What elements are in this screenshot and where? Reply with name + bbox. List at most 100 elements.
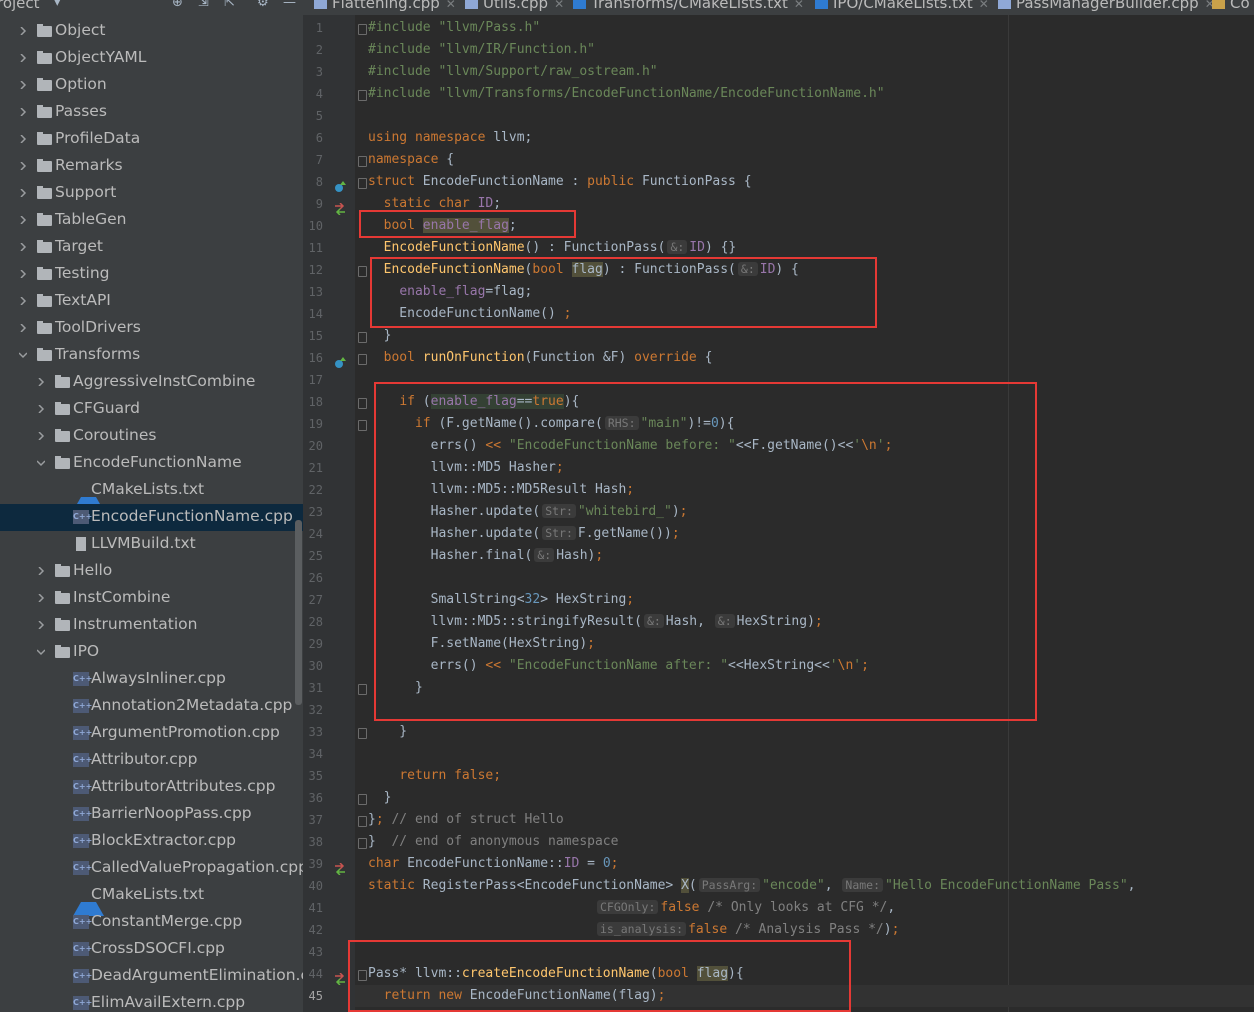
- code-line[interactable]: #include "llvm/IR/Function.h": [368, 42, 595, 57]
- tree-file[interactable]: C++DeadArgumentElimination.cpp: [0, 963, 303, 990]
- code-line[interactable]: char EncodeFunctionName::ID = 0;: [368, 856, 618, 871]
- tree-file[interactable]: C++ CrossDSOCFI.cpp: [0, 936, 303, 963]
- fold-marker-icon[interactable]: [358, 156, 367, 167]
- tab-co[interactable]: Co: [1212, 0, 1250, 14]
- tree-folder[interactable]: ToolDrivers: [0, 315, 303, 342]
- code-line[interactable]: namespace {: [368, 152, 454, 167]
- tab-ipo-cmakelists[interactable]: IPO/CMakeLists.txt ✕: [815, 0, 989, 14]
- chevron-right-icon[interactable]: [37, 621, 45, 629]
- chevron-right-icon[interactable]: [19, 243, 27, 251]
- tree-file[interactable]: C++ CalledValuePropagation.cpp: [0, 855, 303, 882]
- code-line[interactable]: }: [368, 790, 392, 805]
- close-icon[interactable]: ✕: [979, 0, 989, 11]
- chevron-right-icon[interactable]: [19, 108, 27, 116]
- code-line[interactable]: static char ID;: [368, 196, 501, 211]
- navigate-declaration-icon[interactable]: [334, 860, 346, 876]
- chevron-right-icon[interactable]: [37, 594, 45, 602]
- tree-folder[interactable]: Object: [0, 18, 303, 45]
- chevron-right-icon[interactable]: [19, 216, 27, 224]
- tree-folder[interactable]: Coroutines: [0, 423, 303, 450]
- tree-folder[interactable]: EncodeFunctionName: [0, 450, 303, 477]
- tree-file[interactable]: CMakeLists.txt: [0, 882, 303, 916]
- tree-file[interactable]: C++ ElimAvailExtern.cpp: [0, 990, 303, 1012]
- tree-file[interactable]: C++ Attributor.cpp: [0, 747, 303, 774]
- navigate-declaration-icon[interactable]: [334, 970, 346, 986]
- tab-flattening[interactable]: Flattening.cpp ✕: [314, 0, 456, 14]
- tree-file[interactable]: C++ ConstantMerge.cpp: [0, 909, 303, 936]
- fold-marker-icon[interactable]: [358, 90, 367, 101]
- tree-folder[interactable]: Instrumentation: [0, 612, 303, 639]
- tree-folder[interactable]: CFGuard: [0, 396, 303, 423]
- chevron-right-icon[interactable]: [19, 297, 27, 305]
- fold-marker-icon[interactable]: [358, 838, 367, 849]
- gear-icon[interactable]: ⚙: [257, 0, 269, 10]
- locate-target-icon[interactable]: ⊕: [172, 0, 183, 10]
- tree-file[interactable]: C++ ArgumentPromotion.cpp: [0, 720, 303, 747]
- fold-marker-icon[interactable]: [358, 266, 367, 277]
- collapse-all-icon[interactable]: ⇱: [224, 0, 235, 10]
- tree-file[interactable]: C++ AttributorAttributes.cpp: [0, 774, 303, 801]
- override-marker-icon[interactable]: [334, 354, 346, 368]
- project-tree-title[interactable]: roject: [0, 0, 40, 12]
- tree-folder[interactable]: Hello: [0, 558, 303, 585]
- code-line[interactable]: #include "llvm/Support/raw_ostream.h": [368, 64, 658, 79]
- tree-folder[interactable]: Transforms: [0, 342, 303, 369]
- tab-transforms-cmakelists[interactable]: Transforms/CMakeLists.txt ✕: [573, 0, 804, 14]
- chevron-right-icon[interactable]: [19, 81, 27, 89]
- tree-file[interactable]: C++ BlockExtractor.cpp: [0, 828, 303, 855]
- fold-marker-icon[interactable]: [358, 354, 367, 365]
- tree-folder[interactable]: Support: [0, 180, 303, 207]
- code-line[interactable]: is_analysis: false /* Analysis Pass */);: [368, 922, 899, 937]
- tree-folder[interactable]: Testing: [0, 261, 303, 288]
- tree-file[interactable]: C++ AlwaysInliner.cpp: [0, 666, 303, 693]
- fold-marker-icon[interactable]: [358, 24, 367, 35]
- code-line[interactable]: } // end of anonymous namespace: [368, 834, 618, 849]
- chevron-down-icon[interactable]: [19, 351, 27, 359]
- line-number-gutter[interactable]: 1 2 3 4 5 6 7 8 9 10 11 12 13 14 15 16 17 18 19 20 21 22 23 24 2…: [303, 15, 367, 1012]
- fold-marker-icon[interactable]: [358, 794, 367, 805]
- chevron-right-icon[interactable]: [19, 162, 27, 170]
- close-icon[interactable]: ✕: [794, 0, 804, 11]
- chevron-right-icon[interactable]: [19, 27, 27, 35]
- chevron-down-icon[interactable]: [37, 648, 45, 656]
- chevron-right-icon[interactable]: [19, 270, 27, 278]
- chevron-right-icon[interactable]: [19, 189, 27, 197]
- fold-marker-icon[interactable]: [358, 178, 367, 189]
- code-line[interactable]: EncodeFunctionName() : FunctionPass(&: ID…: [368, 240, 736, 255]
- tab-passmanagerbuilder[interactable]: PassManagerBuilder.cpp ✕: [998, 0, 1215, 14]
- code-line[interactable]: #include "llvm/Transforms/EncodeFunction…: [368, 86, 885, 101]
- code-line[interactable]: static RegisterPass<EncodeFunctionName> …: [368, 878, 1136, 893]
- close-icon[interactable]: ✕: [446, 0, 456, 11]
- fold-marker-icon[interactable]: [358, 420, 367, 431]
- tab-utils[interactable]: Utils.cpp ✕: [465, 0, 564, 14]
- fold-marker-icon[interactable]: [358, 332, 367, 343]
- tree-folder[interactable]: InstCombine: [0, 585, 303, 612]
- chevron-right-icon[interactable]: [37, 405, 45, 413]
- tree-folder[interactable]: TextAPI: [0, 288, 303, 315]
- tree-folder[interactable]: ProfileData: [0, 126, 303, 153]
- code-line[interactable]: CFGOnly: false /* Only looks at CFG */,: [368, 900, 895, 915]
- close-icon[interactable]: ✕: [554, 0, 564, 11]
- tree-file[interactable]: LLVMBuild.txt: [0, 531, 303, 558]
- override-marker-icon[interactable]: [334, 178, 346, 192]
- fold-marker-icon[interactable]: [358, 684, 367, 695]
- code-line[interactable]: }: [368, 328, 392, 343]
- fold-marker-icon[interactable]: [358, 398, 367, 409]
- tree-folder[interactable]: Remarks: [0, 153, 303, 180]
- chevron-down-icon[interactable]: [37, 459, 45, 467]
- tree-file[interactable]: C++ Annotation2Metadata.cpp: [0, 693, 303, 720]
- tree-folder[interactable]: TableGen: [0, 207, 303, 234]
- dropdown-arrow-icon[interactable]: ▾: [54, 0, 61, 10]
- tree-file[interactable]: C++ BarrierNoopPass.cpp: [0, 801, 303, 828]
- fold-marker-icon[interactable]: [358, 816, 367, 827]
- tree-file[interactable]: C++ EncodeFunctionName.cpp: [0, 504, 303, 531]
- code-line[interactable]: }; // end of struct Hello: [368, 812, 564, 827]
- code-line[interactable]: }: [368, 724, 407, 739]
- chevron-right-icon[interactable]: [37, 432, 45, 440]
- code-line[interactable]: struct EncodeFunctionName : public Funct…: [368, 174, 752, 189]
- navigate-declaration-icon[interactable]: [334, 200, 346, 216]
- chevron-right-icon[interactable]: [37, 378, 45, 386]
- fold-marker-icon[interactable]: [358, 728, 367, 739]
- expand-all-icon[interactable]: ⇲: [198, 0, 209, 10]
- code-line[interactable]: bool runOnFunction(Function &F) override…: [368, 350, 713, 365]
